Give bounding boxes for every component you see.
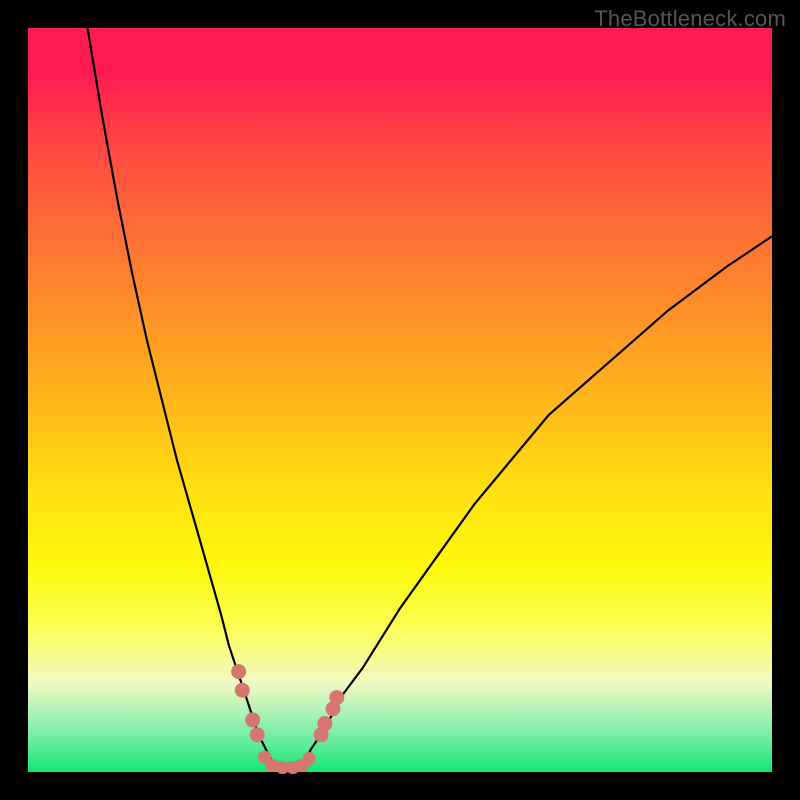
marker-dot: [329, 690, 344, 705]
right-curve: [303, 236, 772, 764]
left-curve: [88, 28, 274, 765]
marker-dot: [231, 664, 246, 679]
marker-dot: [317, 716, 332, 731]
marker-dot: [245, 712, 260, 727]
watermark-text: TheBottleneck.com: [594, 6, 786, 32]
floor-bumps: [258, 751, 316, 774]
marker-dot: [250, 727, 265, 742]
curve-layer: [28, 28, 772, 772]
marker-dot: [235, 683, 250, 698]
chart-frame: TheBottleneck.com: [0, 0, 800, 800]
floor-bump: [303, 752, 316, 765]
plot-area: [28, 28, 772, 772]
